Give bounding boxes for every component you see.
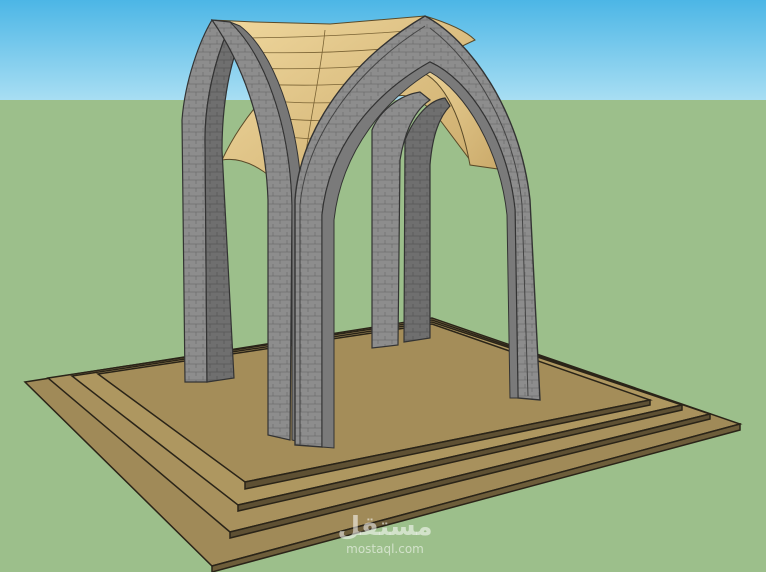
watermark: مستقل mostaql.com bbox=[330, 512, 440, 562]
watermark-site: mostaql.com bbox=[346, 542, 424, 556]
gothic-pavilion-scene bbox=[0, 0, 766, 572]
watermark-logo: مستقل bbox=[337, 512, 433, 542]
